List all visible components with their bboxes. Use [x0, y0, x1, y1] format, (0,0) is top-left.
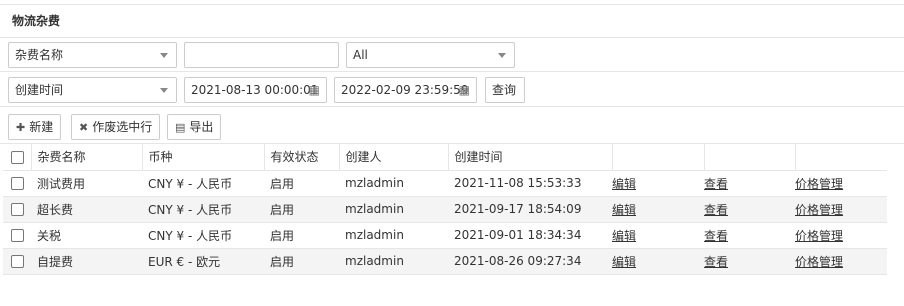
view-link[interactable]: 查看: [704, 229, 728, 243]
row-checkbox-cell: [3, 170, 31, 197]
date-from-value: 2021-08-13 00:00:01: [191, 83, 319, 97]
cell-currency: CNY ¥ - 人民币: [142, 170, 264, 197]
cell-name: 关税: [31, 222, 142, 249]
table-row[interactable]: 测试费用 CNY ¥ - 人民币 启用 mzladmin 2021-11-08 …: [3, 170, 887, 197]
price-management-link[interactable]: 价格管理: [795, 229, 843, 243]
date-field-select[interactable]: 创建时间: [8, 77, 177, 103]
toolbar: ✚ 新建 ✖ 作废选中行 ▤ 导出: [0, 109, 904, 144]
column-header[interactable]: 创建时间: [448, 144, 613, 171]
cell-edit: 编辑: [612, 222, 704, 249]
select-all-checkbox[interactable]: [11, 150, 24, 164]
cell-edit: 编辑: [612, 170, 704, 197]
plus-icon: ✚: [16, 121, 26, 134]
cell-created: 2021-09-01 18:34:34: [448, 222, 612, 249]
status-select[interactable]: All: [346, 42, 515, 68]
chevron-down-icon: [160, 53, 168, 58]
export-button-label: 导出: [189, 120, 214, 134]
cell-view: 查看: [704, 170, 795, 197]
column-header: [612, 144, 705, 171]
cell-currency: CNY ¥ - 人民币: [142, 196, 264, 223]
table-row[interactable]: 自提费 EUR € - 欧元 启用 mzladmin 2021-08-26 09…: [3, 248, 887, 275]
row-checkbox[interactable]: [11, 255, 24, 268]
cell-created: 2021-09-17 18:54:09: [448, 196, 612, 223]
void-button-label: 作废选中行: [92, 120, 153, 134]
view-link[interactable]: 查看: [704, 203, 728, 217]
panel-title: 物流杂费: [0, 4, 904, 38]
query-button[interactable]: 查询: [485, 77, 525, 103]
cell-status: 启用: [264, 222, 339, 249]
cell-view: 查看: [704, 222, 795, 249]
date-to-value: 2022-02-09 23:59:59: [341, 83, 469, 97]
export-file-icon: ▤: [175, 121, 186, 134]
cell-currency: EUR € - 欧元: [142, 248, 264, 275]
cell-status: 启用: [264, 248, 339, 275]
column-header: [704, 144, 796, 171]
cell-creator: mzladmin: [339, 248, 448, 275]
row-checkbox[interactable]: [11, 177, 24, 190]
table-row[interactable]: 超长费 CNY ¥ - 人民币 启用 mzladmin 2021-09-17 1…: [3, 196, 887, 223]
date-to-input[interactable]: 2022-02-09 23:59:59 ▦: [334, 77, 477, 103]
fees-table: 杂费名称 币种 有效状态 创建人 创建时间 测试费用 CNY ¥ - 人民币 启…: [3, 144, 887, 275]
cell-price: 价格管理: [795, 248, 887, 275]
edit-link[interactable]: 编辑: [612, 255, 636, 269]
void-selected-button[interactable]: ✖ 作废选中行: [71, 114, 161, 140]
filter-row-1: 杂费名称 All: [0, 38, 904, 72]
table-row[interactable]: 关税 CNY ¥ - 人民币 启用 mzladmin 2021-09-01 18…: [3, 222, 887, 249]
row-checkbox[interactable]: [11, 229, 24, 242]
cell-status: 启用: [264, 170, 339, 197]
cell-creator: mzladmin: [339, 170, 448, 197]
row-checkbox-cell: [3, 248, 31, 275]
edit-link[interactable]: 编辑: [612, 203, 636, 217]
edit-link[interactable]: 编辑: [612, 229, 636, 243]
cell-created: 2021-11-08 15:53:33: [448, 170, 612, 197]
filter-field-value: 杂费名称: [15, 48, 64, 62]
price-management-link[interactable]: 价格管理: [795, 203, 843, 217]
cell-name: 超长费: [31, 196, 142, 223]
table-header-row: 杂费名称 币种 有效状态 创建人 创建时间: [3, 144, 887, 171]
cell-name: 自提费: [31, 248, 142, 275]
export-button[interactable]: ▤ 导出: [167, 114, 222, 140]
cell-created: 2021-08-26 09:27:34: [448, 248, 612, 275]
price-management-link[interactable]: 价格管理: [795, 177, 843, 191]
column-header: [795, 144, 887, 171]
new-button-label: 新建: [29, 120, 54, 134]
price-management-link[interactable]: 价格管理: [795, 255, 843, 269]
column-header[interactable]: 杂费名称: [31, 144, 143, 171]
view-link[interactable]: 查看: [704, 255, 728, 269]
cell-view: 查看: [704, 248, 795, 275]
chevron-down-icon: [498, 53, 506, 58]
chevron-down-icon: [160, 88, 168, 93]
cell-status: 启用: [264, 196, 339, 223]
view-link[interactable]: 查看: [704, 177, 728, 191]
cell-creator: mzladmin: [339, 222, 448, 249]
cell-edit: 编辑: [612, 196, 704, 223]
column-header[interactable]: 币种: [142, 144, 265, 171]
calendar-icon[interactable]: ▦: [459, 78, 470, 102]
edit-link[interactable]: 编辑: [612, 177, 636, 191]
close-icon: ✖: [79, 121, 89, 134]
cell-price: 价格管理: [795, 222, 887, 249]
row-checkbox[interactable]: [11, 203, 24, 216]
cell-price: 价格管理: [795, 196, 887, 223]
column-header[interactable]: 有效状态: [264, 144, 340, 171]
date-field-value: 创建时间: [15, 83, 64, 97]
cell-currency: CNY ¥ - 人民币: [142, 222, 264, 249]
cell-creator: mzladmin: [339, 196, 448, 223]
keyword-input[interactable]: [184, 42, 339, 68]
status-select-value: All: [353, 48, 368, 62]
date-from-input[interactable]: 2021-08-13 00:00:01 ▦: [184, 77, 327, 103]
calendar-icon[interactable]: ▦: [309, 78, 320, 102]
filter-row-2: 创建时间 2021-08-13 00:00:01 ▦ 2022-02-09 23…: [0, 73, 904, 107]
select-all-checkbox-cell: [3, 144, 32, 171]
filter-field-select[interactable]: 杂费名称: [8, 42, 177, 68]
logistics-fees-panel: 物流杂费 杂费名称 All 创建时间 2021-08-13 00:00:01 ▦…: [0, 0, 904, 306]
cell-name: 测试费用: [31, 170, 142, 197]
row-checkbox-cell: [3, 196, 31, 223]
cell-edit: 编辑: [612, 248, 704, 275]
column-header[interactable]: 创建人: [339, 144, 449, 171]
cell-view: 查看: [704, 196, 795, 223]
row-checkbox-cell: [3, 222, 31, 249]
new-button[interactable]: ✚ 新建: [8, 114, 62, 140]
cell-price: 价格管理: [795, 170, 887, 197]
